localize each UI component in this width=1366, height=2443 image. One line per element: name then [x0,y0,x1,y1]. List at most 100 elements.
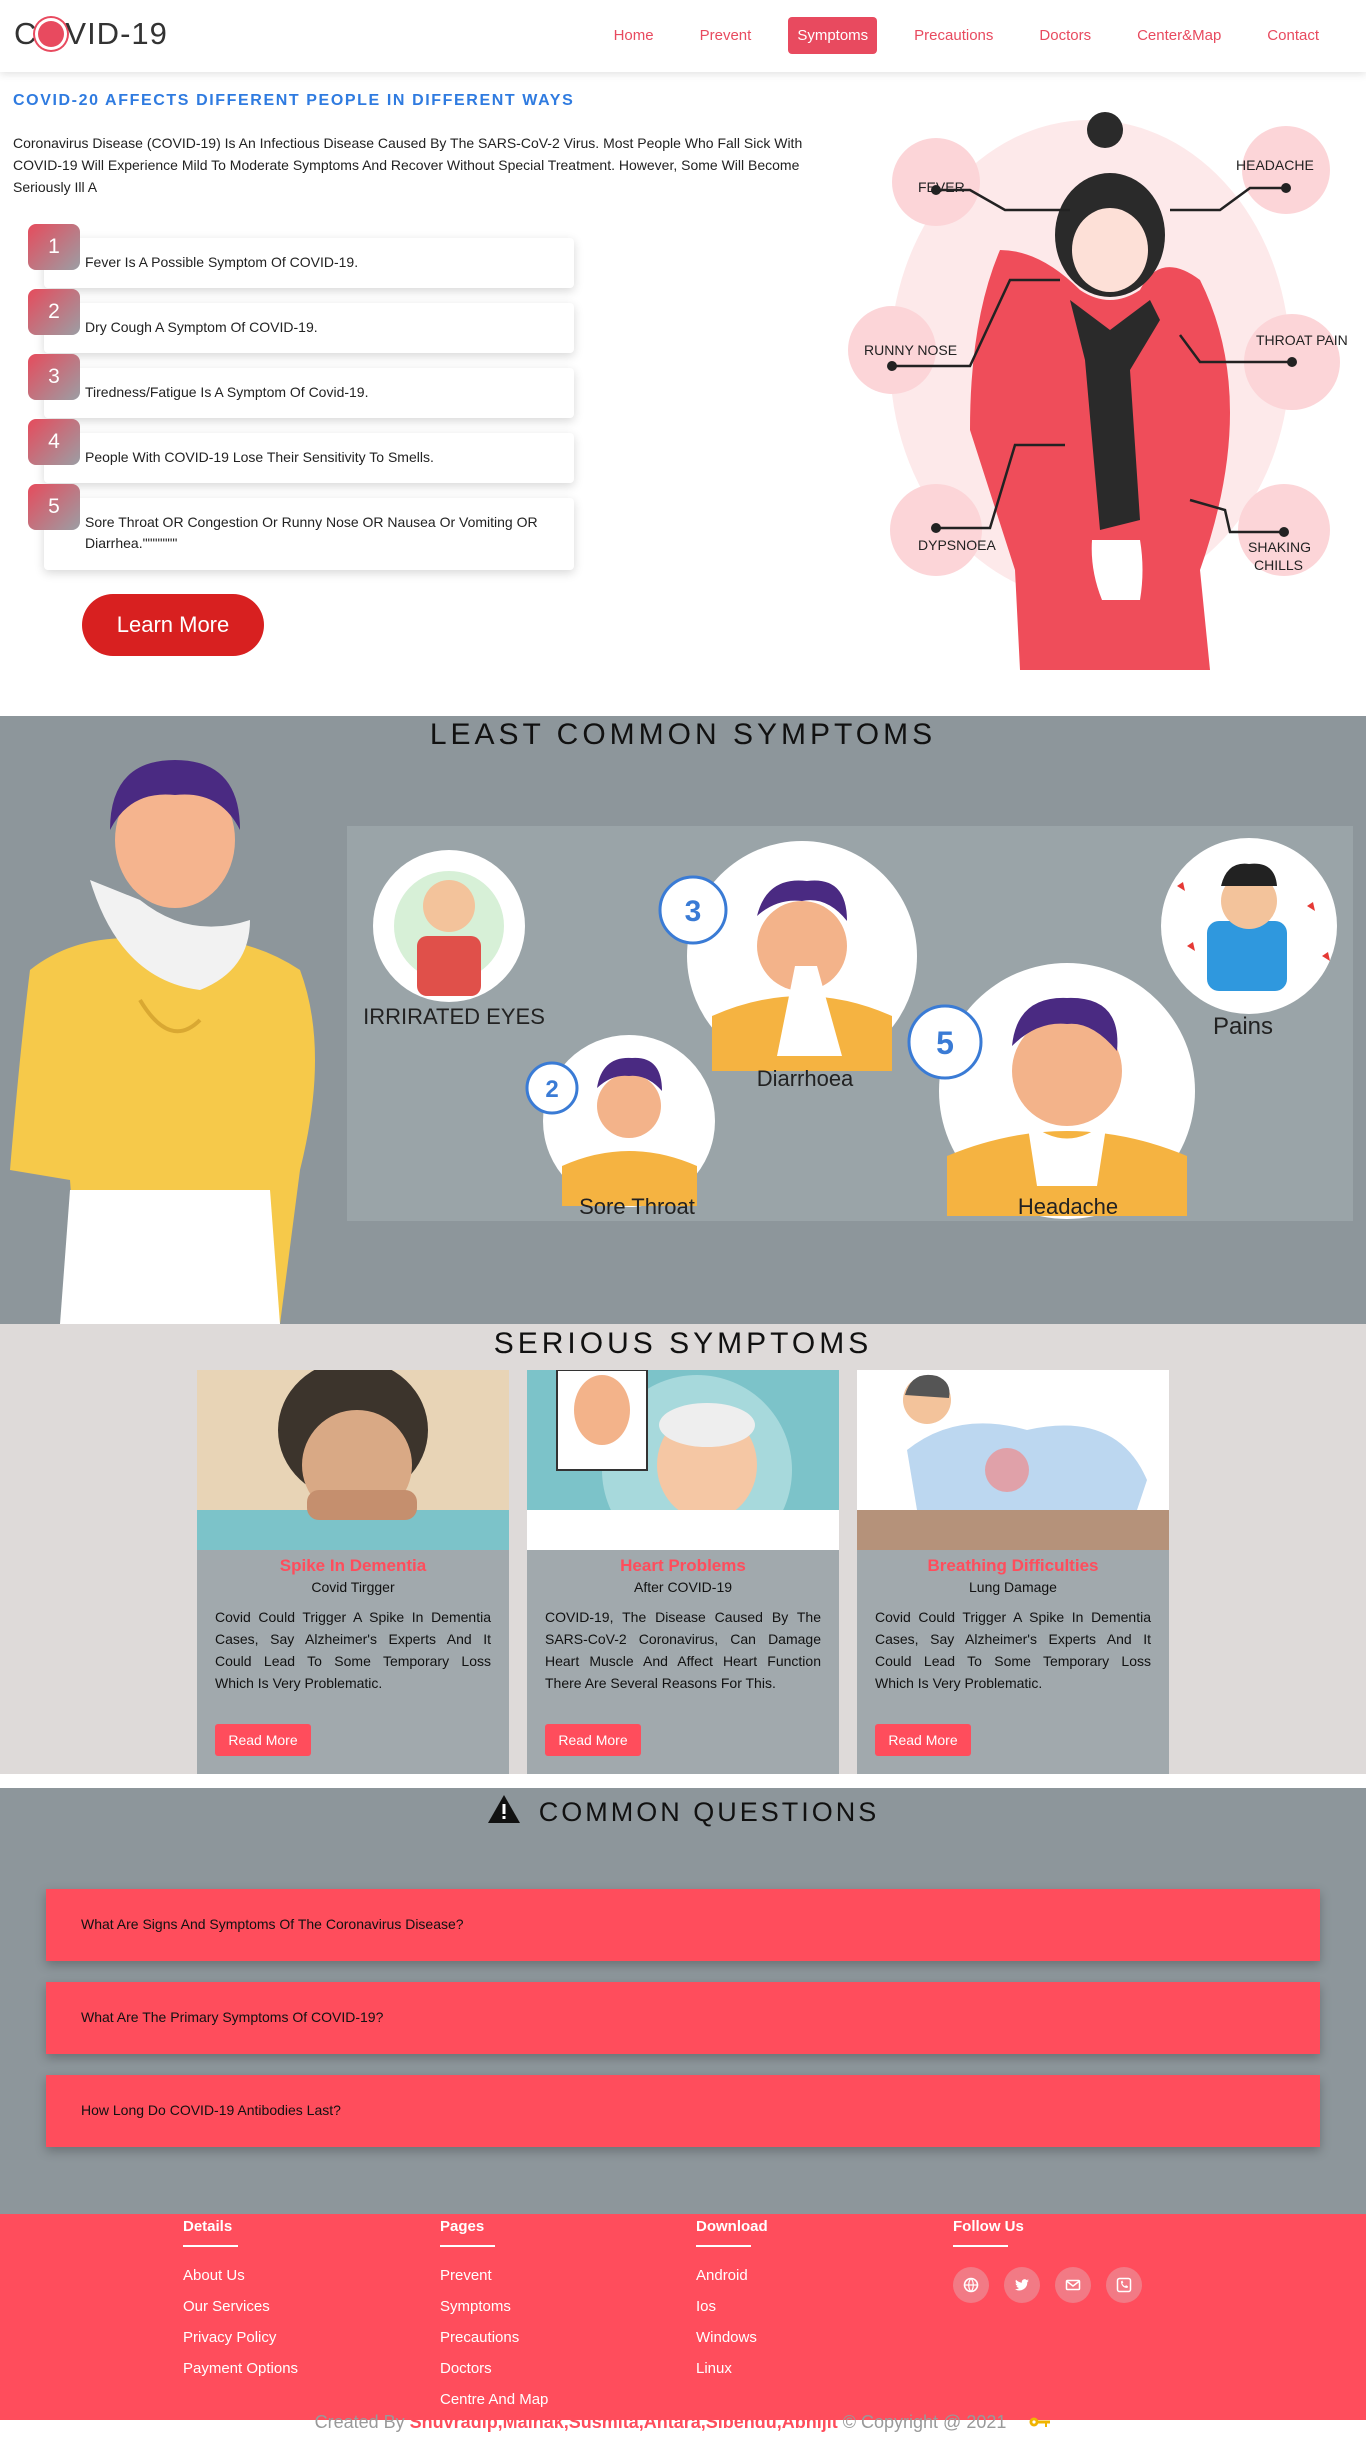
footer-link[interactable]: Windows [696,2329,768,2360]
symptom-text: People With COVID-19 Lose Their Sensitiv… [85,449,434,465]
faq-question: How Long Do COVID-19 Antibodies Last? [81,2102,341,2118]
badge-number: 3 [685,895,702,928]
nav-prevent[interactable]: Prevent [677,17,775,54]
globe-icon[interactable] [953,2267,989,2303]
warning-icon [487,1795,520,1823]
site-logo[interactable]: C VID-19 [14,16,168,52]
symptom-number: 3 [28,354,80,400]
symptom-number: 1 [28,224,80,270]
label-shaking: SHAKING [1248,539,1311,555]
read-more-button[interactable]: Read More [215,1724,311,1756]
label-irritated-eyes: IRRIRATED EYES [363,1004,545,1029]
questions-title: COMMON QUESTIONS [0,1794,1366,1828]
footer-link[interactable]: Ios [696,2298,768,2329]
symptom-text: Fever Is A Possible Symptom Of COVID-19. [85,254,359,270]
footer-link[interactable]: Privacy Policy [183,2329,298,2360]
twitter-icon[interactable] [1004,2267,1041,2303]
card-body: Covid Could Trigger A Spike In Dementia … [875,1609,1151,1691]
footer-heading: Download [696,2218,768,2235]
label-dypsnoea: DYPSNOEA [918,537,996,553]
authors: Shuvradip,Mainak,Susmita,Antara,Sibendu,… [409,2412,838,2432]
symptom-number: 4 [28,419,80,465]
serious-card: Heart Problems After COVID-19 COVID-19, … [527,1370,839,1774]
faq-item[interactable]: How Long Do COVID-19 Antibodies Last? [46,2075,1320,2147]
footer-heading: Details [183,2218,233,2235]
nav-home[interactable]: Home [591,17,677,54]
label-headache: Headache [1018,1194,1118,1219]
label-chills: CHILLS [1254,557,1303,573]
nav-symptoms[interactable]: Symptoms [788,17,878,54]
faq-item[interactable]: What Are The Primary Symptoms Of COVID-1… [46,1982,1320,2054]
footer-link[interactable]: Precautions [440,2329,548,2360]
badge-number: 2 [545,1076,558,1103]
symptom-text: Sore Throat OR Congestion Or Runny Nose … [85,514,538,551]
badge-number: 5 [936,1025,954,1061]
read-more-button[interactable]: Read More [875,1724,971,1756]
symptom-text: Tiredness/Fatigue Is A Symptom Of Covid-… [85,384,369,400]
card-title: Spike In Dementia [279,1556,427,1575]
footer-link[interactable]: Android [696,2267,768,2298]
symptom-item: 4 People With COVID-19 Lose Their Sensiti… [28,419,574,483]
label-headache: HEADACHE [1236,157,1314,173]
footer-link[interactable]: Linux [696,2360,768,2391]
symptom-item: 3 Tiredness/Fatigue Is A Symptom Of Covid… [28,354,574,418]
card-subtitle: After COVID-19 [633,1579,733,1595]
hero-intro: Coronavirus Disease (COVID-19) Is An Inf… [13,135,803,195]
serious-card: Breathing Difficulties Lung Damage Covid… [857,1370,1169,1774]
footer-link[interactable]: Symptoms [440,2298,548,2329]
footer-column-download: Download Android Ios Windows Linux [696,2214,768,2391]
footer-link[interactable]: Doctors [440,2360,548,2391]
key-icon [1029,2417,1051,2427]
least-common-title: LEAST COMMON SYMPTOMS [429,718,937,751]
label-sore-throat: Sore Throat [579,1194,695,1219]
footer-link[interactable]: Payment Options [183,2360,298,2391]
nav-menu: Home Prevent Symptoms Precautions Doctor… [591,17,1342,54]
label-runny-nose: RUNNY NOSE [864,342,957,358]
hero-heading: COVID-20 AFFECTS DIFFERENT PEOPLE IN DIF… [13,92,575,109]
symptom-item: 1 Fever Is A Possible Symptom Of COVID-19… [28,224,574,288]
footer-heading: Pages [440,2218,485,2235]
label-fever: FEVER [918,179,965,195]
footer-column-details: Details About Us Our Services Privacy Po… [183,2214,298,2391]
symptom-item: 2 Dry Cough A Symptom Of COVID-19. [28,289,574,353]
nav-doctors[interactable]: Doctors [1016,17,1114,54]
label-pains: Pains [1213,1013,1273,1040]
symptom-number: 5 [28,484,80,530]
card-title: Breathing Difficulties [927,1556,1099,1575]
label-diarrhoea: Diarrhoea [757,1066,854,1091]
nav-precautions[interactable]: Precautions [891,17,1016,54]
symptom-text: Dry Cough A Symptom Of COVID-19. [85,319,318,335]
sick-man-illustration [10,760,315,1324]
faq-question: What Are The Primary Symptoms Of COVID-1… [81,2009,384,2025]
card-body: Covid Could Trigger A Spike In Dementia … [215,1609,491,1691]
top-navbar: C VID-19 Home Prevent Symptoms Precaution… [0,0,1366,72]
symptom-item: 5 Sore Throat OR Congestion Or Runny Nose… [28,484,574,570]
card-image [197,1370,509,1550]
footer-column-pages: Pages Prevent Symptoms Precautions Docto… [440,2214,548,2422]
serious-card: Spike In Dementia Covid Tirgger Covid Co… [197,1370,509,1774]
footer-column-follow: Follow Us [953,2214,1152,2303]
footer-link[interactable]: About Us [183,2267,298,2298]
faq-question: What Are Signs And Symptoms Of The Coron… [81,1916,464,1932]
footer-link[interactable]: Prevent [440,2267,548,2298]
symptom-number: 2 [28,289,80,335]
virus-icon [38,21,65,47]
nav-center-map[interactable]: Center&Map [1114,17,1244,54]
card-image [857,1370,1169,1550]
mail-icon[interactable] [1055,2267,1092,2303]
card-title: Heart Problems [620,1556,746,1575]
card-subtitle: Covid Tirgger [311,1579,395,1595]
learn-more-button[interactable]: Learn More [82,594,264,656]
footer-link[interactable]: Our Services [183,2298,298,2329]
serious-title: SERIOUS SYMPTOMS [493,1327,873,1360]
copyright: Created By Shuvradip,Mainak,Susmita,Anta… [0,2412,1366,2433]
least-common-illustrations: 3 2 5 IRRIRATED EYES Diarrhoea Sore Thro… [363,838,1337,1219]
card-image [527,1370,839,1550]
label-throat-pain: THROAT PAIN [1256,332,1348,348]
phone-icon[interactable] [1106,2267,1143,2303]
symptoms-illustration: FEVER HEADACHE RUNNY NOSE THROAT PAIN DY… [848,112,1348,670]
read-more-button[interactable]: Read More [545,1724,641,1756]
faq-item[interactable]: What Are Signs And Symptoms Of The Coron… [46,1889,1320,1961]
footer-heading: Follow Us [953,2218,1024,2235]
nav-contact[interactable]: Contact [1244,17,1342,54]
